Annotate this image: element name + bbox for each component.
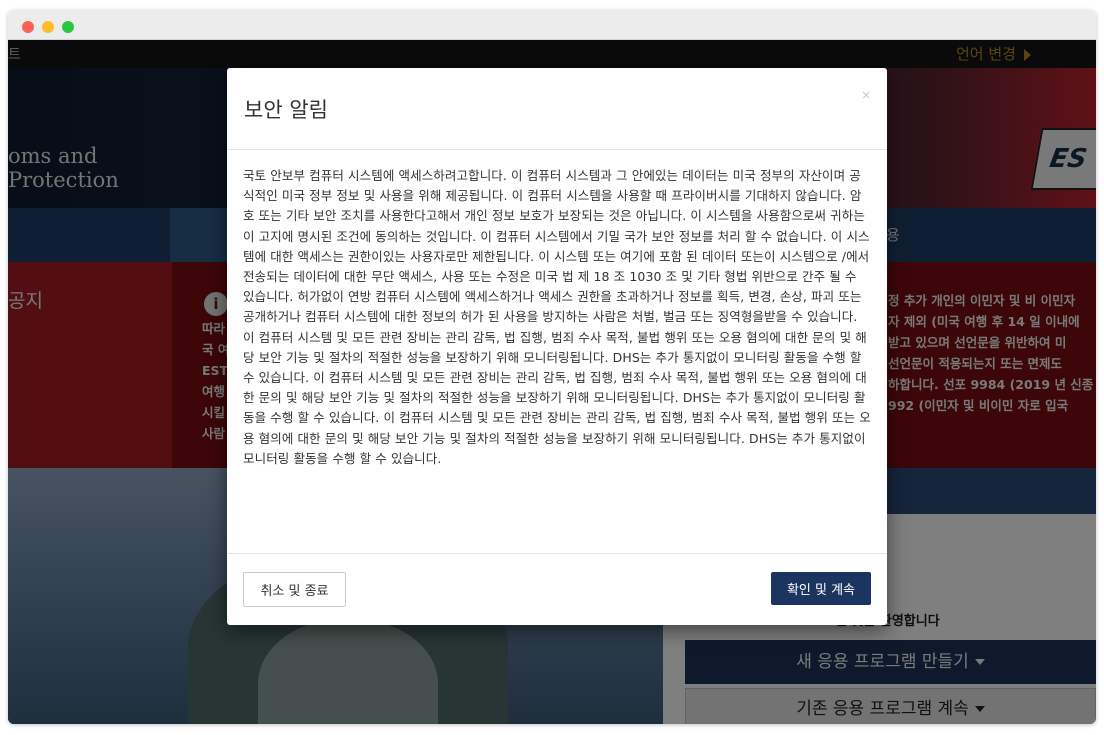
window-titlebar	[8, 10, 1096, 40]
security-notice-dialog: 보안 알림 × 국토 안보부 컴퓨터 시스템에 액세스하려고합니다. 이 컴퓨터…	[227, 68, 887, 625]
page-viewport: 트 언어 변경 oms and Protection ES 용 공지 i	[8, 40, 1096, 724]
confirm-and-continue-button[interactable]: 확인 및 계속	[771, 572, 871, 605]
close-icon[interactable]: ×	[861, 88, 871, 102]
minimize-window-button[interactable]	[42, 21, 54, 33]
dialog-body-text: 국토 안보부 컴퓨터 시스템에 액세스하려고합니다. 이 컴퓨터 시스템과 그 …	[243, 168, 871, 466]
maximize-window-button[interactable]	[62, 21, 74, 33]
browser-window: 트 언어 변경 oms and Protection ES 용 공지 i	[8, 10, 1096, 724]
cancel-and-exit-button[interactable]: 취소 및 종료	[243, 572, 346, 607]
dialog-header: 보안 알림 ×	[227, 68, 887, 150]
dialog-footer: 취소 및 종료 확인 및 계속	[227, 553, 887, 625]
dialog-title: 보안 알림	[244, 98, 328, 122]
close-window-button[interactable]	[22, 21, 34, 33]
